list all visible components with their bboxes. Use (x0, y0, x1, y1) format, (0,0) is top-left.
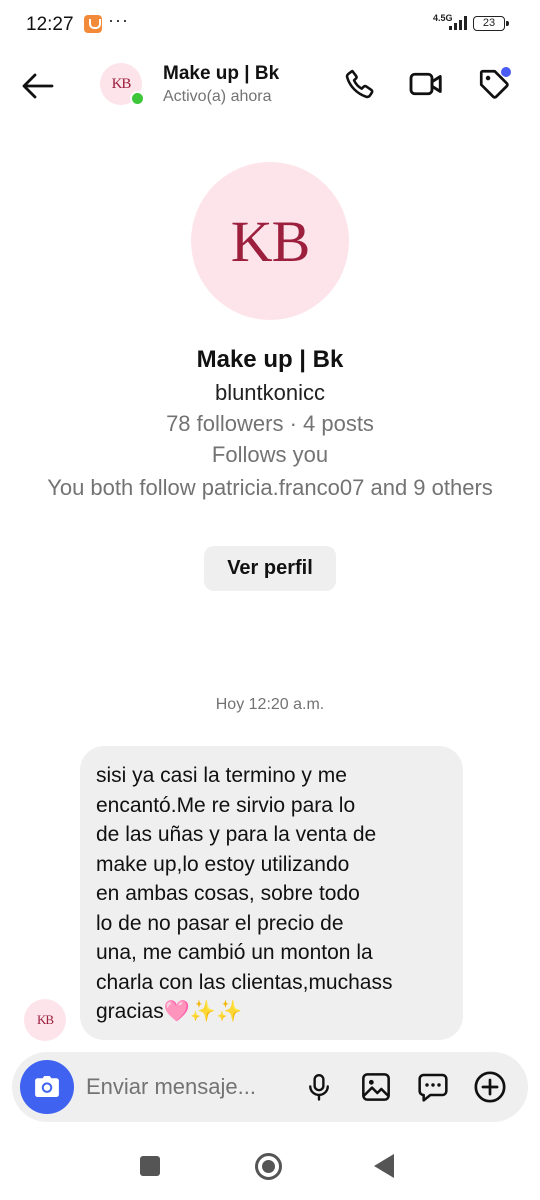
video-call-button[interactable] (408, 66, 444, 102)
more-options-button[interactable] (472, 1069, 508, 1105)
profile-name: Make up | Bk (196, 346, 344, 373)
view-profile-button[interactable]: Ver perfil (204, 546, 336, 591)
tag-button[interactable] (476, 66, 512, 102)
sender-avatar[interactable]: KB (24, 999, 66, 1041)
image-icon (362, 1073, 390, 1101)
message-bubble[interactable]: sisi ya casi la termino y me encantó.Me … (80, 746, 463, 1040)
status-bar: 12:27 ··· 4.5G 23 (0, 0, 540, 50)
chat-header: KB Make up | Bk Activo(a) ahora (0, 52, 540, 118)
signal-icon (449, 16, 467, 30)
plus-circle-icon (474, 1071, 506, 1103)
online-status-dot (130, 91, 145, 106)
microphone-icon (309, 1073, 329, 1101)
home-icon[interactable] (255, 1153, 282, 1180)
arrow-left-icon (22, 73, 54, 99)
more-notifications-icon: ··· (108, 10, 129, 30)
follows-you-label: Follows you (211, 442, 329, 467)
camera-button[interactable] (20, 1060, 74, 1114)
app-notification-icon (84, 15, 102, 33)
back-button[interactable] (18, 66, 58, 106)
profile-avatar[interactable]: KB (191, 162, 349, 320)
recent-apps-icon[interactable] (140, 1156, 160, 1176)
status-time: 12:27 (26, 14, 74, 35)
phone-icon (345, 69, 374, 99)
profile-username: bluntkonicc (214, 380, 326, 405)
activity-status: Activo(a) ahora (163, 88, 272, 105)
gallery-button[interactable] (358, 1069, 394, 1105)
system-nav-bar (0, 1140, 540, 1200)
notification-dot (501, 67, 511, 77)
message-timestamp: Hoy 12:20 a.m. (215, 696, 325, 713)
avatar-logo: KB (111, 75, 132, 92)
voice-message-button[interactable] (301, 1069, 337, 1105)
message-input[interactable] (86, 1067, 286, 1107)
sender-avatar-logo: KB (36, 1012, 54, 1027)
camera-icon (35, 1076, 59, 1097)
message-composer (12, 1052, 528, 1122)
profile-avatar-logo: KB (230, 208, 311, 274)
back-nav-icon[interactable] (374, 1154, 394, 1178)
profile-stats: 78 followers · 4 posts (166, 411, 374, 436)
message-text: sisi ya casi la termino y me encantó.Me … (96, 764, 393, 1023)
video-camera-icon (409, 72, 442, 96)
contact-avatar[interactable]: KB (100, 63, 145, 106)
mutual-followers: You both follow patricia.franco07 and 9 … (47, 475, 493, 500)
contact-name[interactable]: Make up | Bk (163, 63, 279, 85)
sticker-button[interactable] (415, 1069, 451, 1105)
voice-call-button[interactable] (342, 66, 378, 102)
battery-icon: 23 (473, 16, 509, 31)
sticker-chat-icon (418, 1073, 448, 1102)
